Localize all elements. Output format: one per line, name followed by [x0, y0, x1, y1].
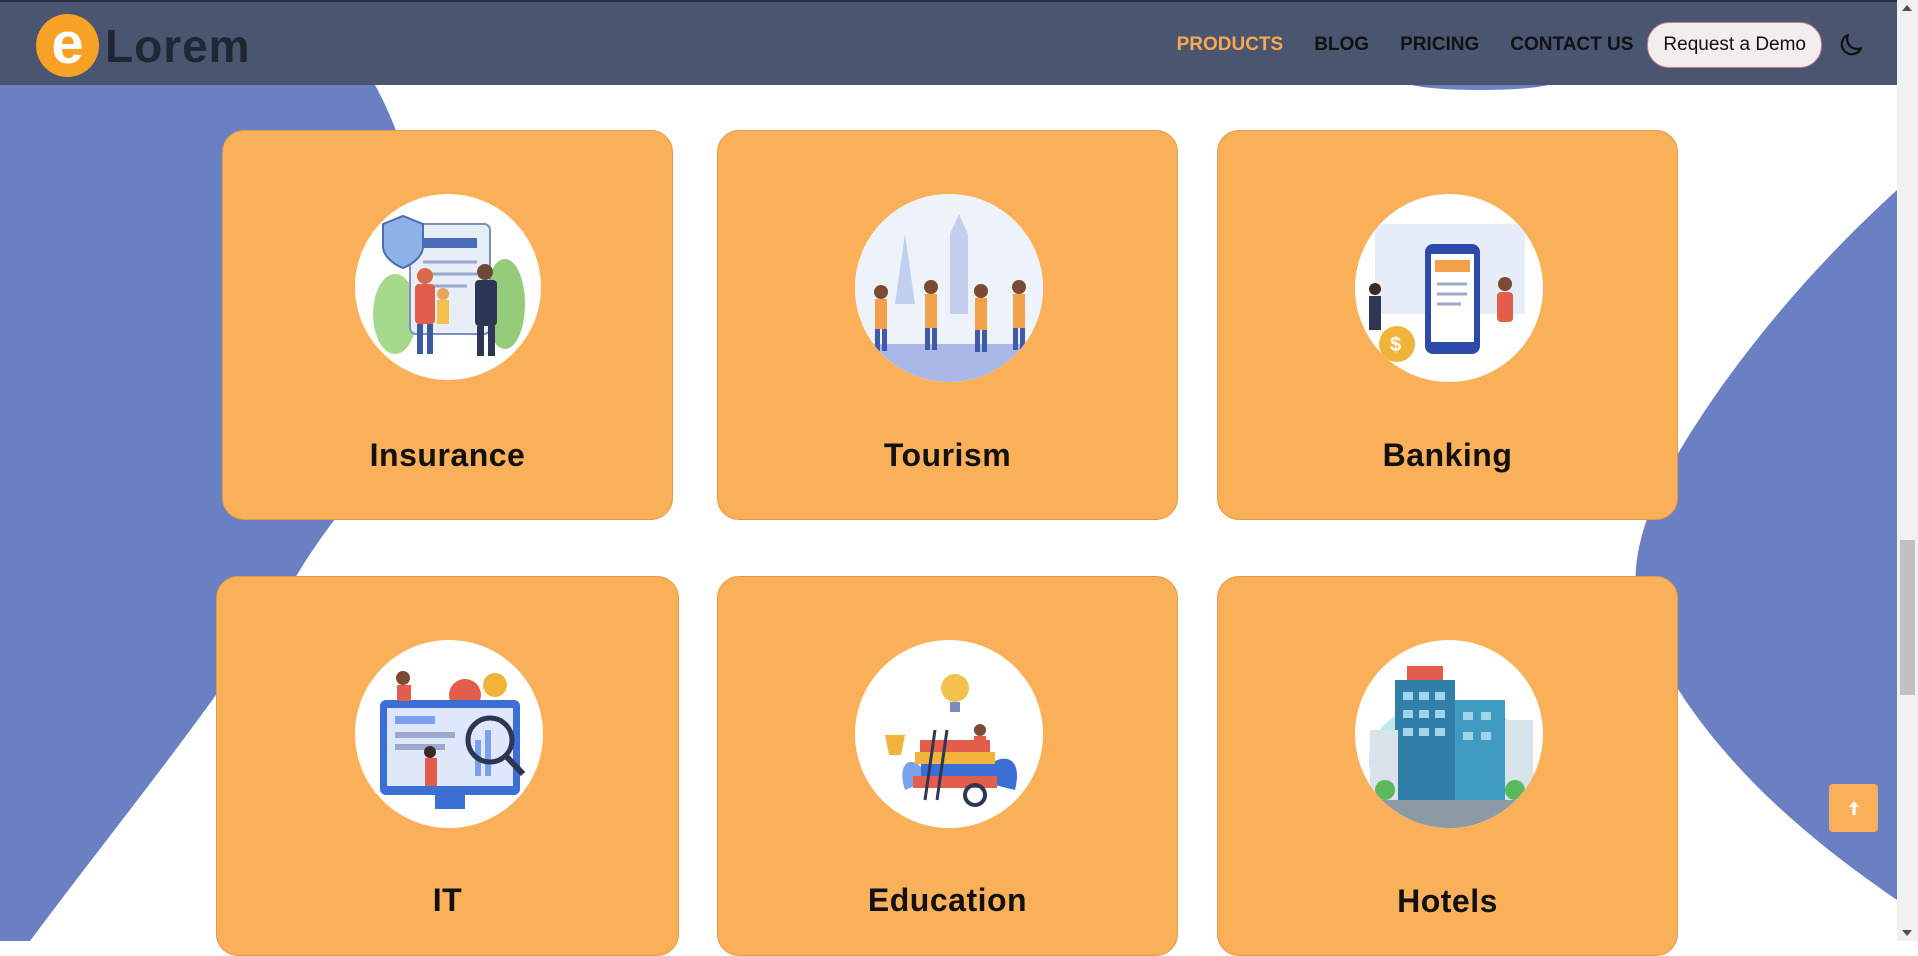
product-title-education: Education [867, 882, 1028, 918]
nav-link-blog[interactable]: BLOG [1314, 34, 1369, 56]
nav-link-contact-us[interactable]: CONTACT US [1510, 34, 1633, 56]
request-demo-button[interactable]: Request a Demo [1647, 21, 1822, 68]
product-card-banking[interactable]: $ Banking [1217, 130, 1678, 520]
insurance-illustration [355, 194, 541, 380]
scroll-thumb[interactable] [1900, 540, 1915, 695]
logo-badge: e [36, 14, 99, 77]
nav-links: PRODUCTS BLOG PRICING CONTACT US Request… [1177, 2, 1897, 87]
product-title-banking: Banking [1382, 437, 1513, 473]
it-illustration [355, 640, 543, 828]
banking-illustration: $ [1355, 194, 1543, 382]
scroll-to-top-button[interactable] [1829, 784, 1878, 832]
hotels-illustration [1355, 640, 1543, 828]
product-card-tourism[interactable]: Tourism [717, 130, 1178, 520]
vertical-scrollbar[interactable] [1897, 0, 1918, 941]
nav-link-products[interactable]: PRODUCTS [1177, 34, 1284, 56]
scroll-up-arrow[interactable] [1902, 5, 1912, 11]
moon-icon[interactable] [1834, 28, 1868, 62]
arrow-up-icon [1848, 801, 1859, 815]
product-title-hotels: Hotels [1397, 883, 1498, 919]
product-title-tourism: Tourism [883, 437, 1012, 473]
product-card-insurance[interactable]: Insurance [222, 130, 673, 520]
product-card-hotels[interactable]: Hotels [1217, 576, 1678, 956]
svg-text:$: $ [1390, 334, 1401, 356]
product-card-education[interactable]: Education [717, 576, 1178, 956]
product-title-insurance: Insurance [369, 437, 526, 473]
tourism-illustration [855, 194, 1043, 382]
logo[interactable]: e Lorem [36, 14, 251, 77]
logo-text: Lorem [105, 19, 251, 72]
scroll-down-arrow[interactable] [1902, 930, 1912, 936]
product-title-it: IT [432, 882, 463, 918]
product-card-it[interactable]: IT [216, 576, 679, 956]
nav-link-pricing[interactable]: PRICING [1400, 34, 1479, 56]
navbar: e Lorem PRODUCTS BLOG PRICING CONTACT US… [0, 0, 1897, 85]
education-illustration [855, 640, 1043, 828]
